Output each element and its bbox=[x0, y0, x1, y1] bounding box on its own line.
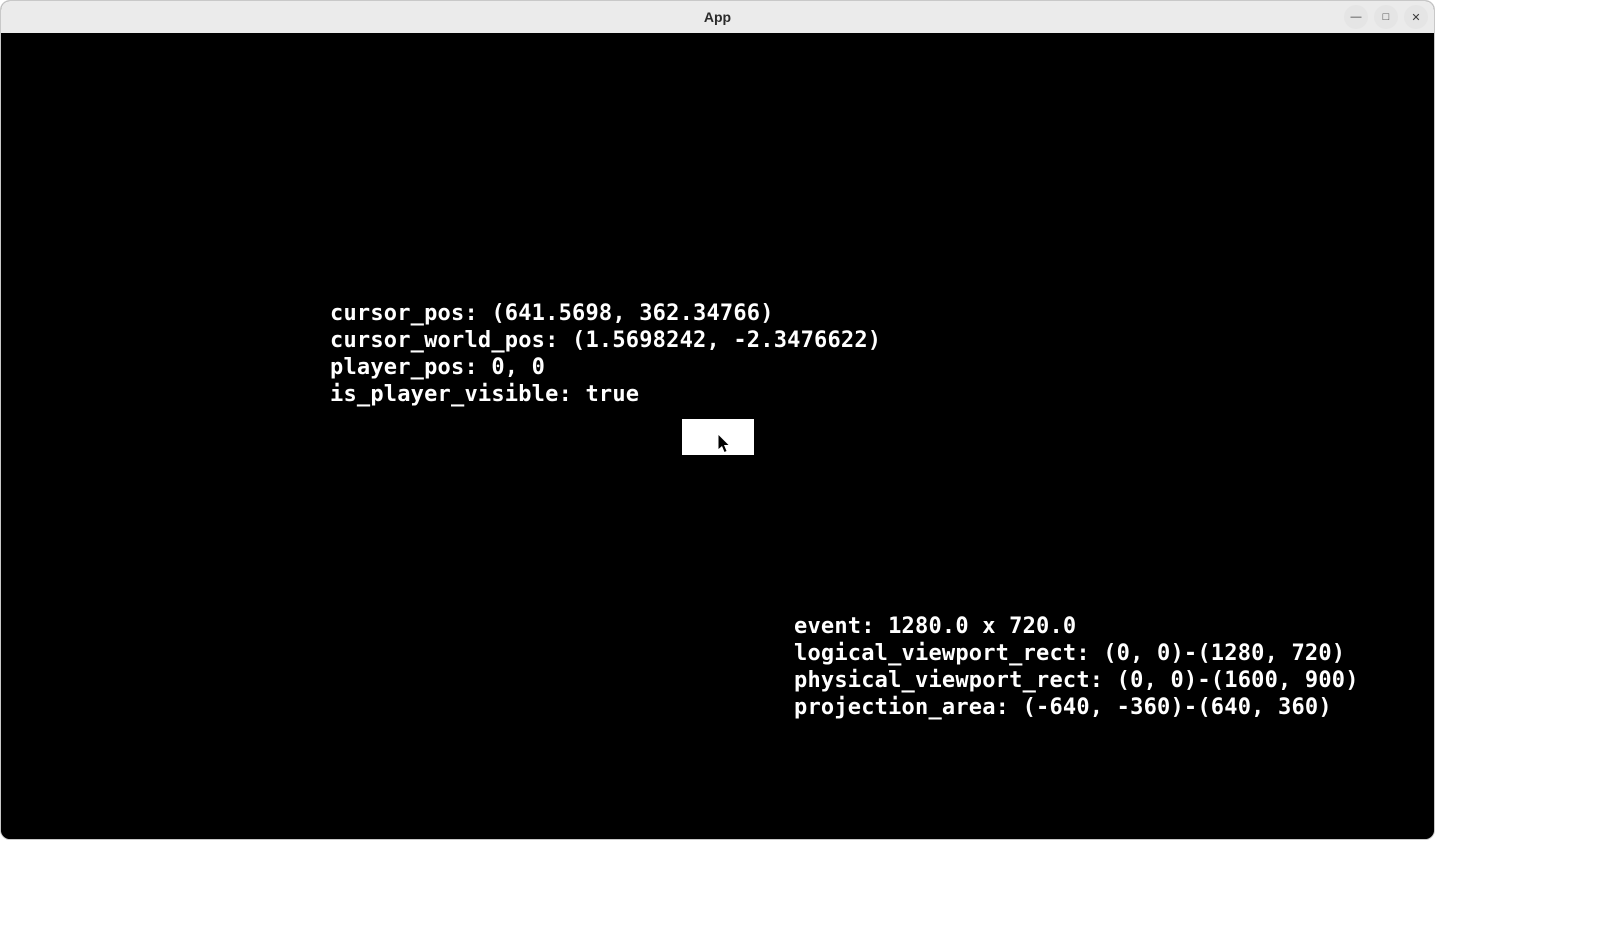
cursor-icon bbox=[718, 435, 731, 453]
minimize-button[interactable]: ― bbox=[1344, 5, 1368, 29]
logical-viewport-line: logical_viewport_rect: (0, 0)-(1280, 720… bbox=[794, 641, 1345, 666]
minimize-icon: ― bbox=[1351, 11, 1362, 23]
window-controls: ― □ ✕ bbox=[1344, 5, 1428, 29]
cursor-pos-line: cursor_pos: (641.5698, 362.34766) bbox=[330, 301, 774, 326]
game-viewport[interactable]: cursor_pos: (641.5698, 362.34766) cursor… bbox=[1, 33, 1434, 839]
window-title: App bbox=[704, 9, 731, 25]
projection-area-line: projection_area: (-640, -360)-(640, 360) bbox=[794, 695, 1332, 720]
is-player-visible-line: is_player_visible: true bbox=[330, 382, 639, 407]
close-button[interactable]: ✕ bbox=[1404, 5, 1428, 29]
app-window: App ― □ ✕ cursor_pos: (641.5698, 362.347… bbox=[0, 0, 1435, 840]
debug-overlay-top: cursor_pos: (641.5698, 362.34766) cursor… bbox=[330, 273, 881, 408]
maximize-icon: □ bbox=[1383, 11, 1390, 23]
close-icon: ✕ bbox=[1411, 11, 1420, 24]
cursor-world-pos-line: cursor_world_pos: (1.5698242, -2.3476622… bbox=[330, 328, 881, 353]
debug-overlay-bottom: event: 1280.0 x 720.0 logical_viewport_r… bbox=[794, 586, 1359, 721]
physical-viewport-line: physical_viewport_rect: (0, 0)-(1600, 90… bbox=[794, 668, 1359, 693]
maximize-button[interactable]: □ bbox=[1374, 5, 1398, 29]
titlebar[interactable]: App ― □ ✕ bbox=[1, 1, 1434, 33]
player-pos-line: player_pos: 0, 0 bbox=[330, 355, 545, 380]
event-line: event: 1280.0 x 720.0 bbox=[794, 614, 1076, 639]
